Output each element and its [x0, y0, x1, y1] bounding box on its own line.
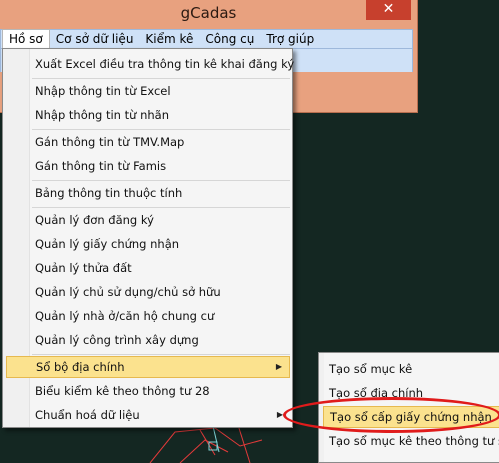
menu-item-quan-ly-thua-dat[interactable]: Quản lý thửa đất	[6, 257, 290, 279]
menu-tro-giup[interactable]: Trợ giúp	[260, 30, 320, 48]
submenu-arrow-icon: ▶	[275, 362, 282, 371]
submenu-item-tao-so-muc-ke[interactable]: Tạo sổ mục kê	[323, 358, 499, 380]
menu-item-chuan-hoa-du-lieu[interactable]: Chuẩn hoá dữ liệu ▶	[6, 404, 290, 426]
menu-separator	[32, 129, 290, 130]
menu-item-xuat-excel[interactable]: Xuất Excel điều tra thông tin kê khai đă…	[6, 53, 294, 75]
submenu-item-tao-so-cap-gcn[interactable]: Tạo sổ cấp giấy chứng nhận	[323, 406, 499, 428]
menu-item-so-bo-dia-chinh[interactable]: Sổ bộ địa chính ▶	[6, 356, 290, 378]
menu-separator	[32, 78, 290, 79]
menu-item-quan-ly-don-dang-ky[interactable]: Quản lý đơn đăng ký	[6, 209, 290, 231]
menu-item-quan-ly-nha-o[interactable]: Quản lý nhà ở/căn hộ chung cư	[6, 305, 290, 327]
menu-item-quan-ly-cong-trinh[interactable]: Quản lý công trình xây dựng	[6, 329, 290, 351]
menu-item-bieu-kiem-ke[interactable]: Biểu kiểm kê theo thông tư 28	[6, 380, 290, 402]
menu-item-nhap-tu-excel[interactable]: Nhập thông tin từ Excel	[6, 80, 290, 102]
menu-co-so-du-lieu[interactable]: Cơ sở dữ liệu	[50, 30, 140, 48]
close-button[interactable]: ✕	[366, 0, 411, 20]
submenu-item-tao-so-dia-chinh[interactable]: Tạo sổ địa chính	[323, 382, 499, 404]
menu-item-gan-tmv-map[interactable]: Gán thông tin từ TMV.Map	[6, 131, 290, 153]
submenu-item-tao-so-muc-ke-thong-tu[interactable]: Tạo sổ mục kê theo thông tư số	[323, 430, 499, 452]
menu-item-label: Chuẩn hoá dữ liệu	[35, 408, 140, 422]
menu-item-label: Sổ bộ địa chính	[36, 360, 125, 374]
so-bo-dia-chinh-submenu: Tạo sổ mục kê Tạo sổ địa chính Tạo sổ cấ…	[318, 352, 499, 463]
submenu-arrow-icon: ▶	[276, 410, 283, 419]
menu-item-bang-thuoc-tinh[interactable]: Bảng thông tin thuộc tính	[6, 182, 290, 204]
menu-separator	[32, 354, 290, 355]
menu-cong-cu[interactable]: Công cụ	[199, 30, 260, 48]
menu-item-quan-ly-gcn[interactable]: Quản lý giấy chứng nhận	[6, 233, 290, 255]
menu-separator	[32, 180, 290, 181]
menu-item-quan-ly-chu-su-dung[interactable]: Quản lý chủ sử dụng/chủ sở hữu	[6, 281, 290, 303]
window-title: gCadas	[180, 4, 237, 22]
menu-ho-so[interactable]: Hồ sơ	[2, 29, 50, 49]
menu-item-gan-famis[interactable]: Gán thông tin từ Famis	[6, 155, 290, 177]
menu-item-nhap-tu-nhan[interactable]: Nhập thông tin từ nhãn	[6, 104, 290, 126]
menu-separator	[32, 207, 290, 208]
ho-so-dropdown-menu: Xuất Excel điều tra thông tin kê khai đă…	[2, 48, 294, 428]
menu-kiem-ke[interactable]: Kiểm kê	[139, 30, 199, 48]
menu-bar: Hồ sơ Cơ sở dữ liệu Kiểm kê Công cụ Trợ …	[0, 29, 413, 49]
